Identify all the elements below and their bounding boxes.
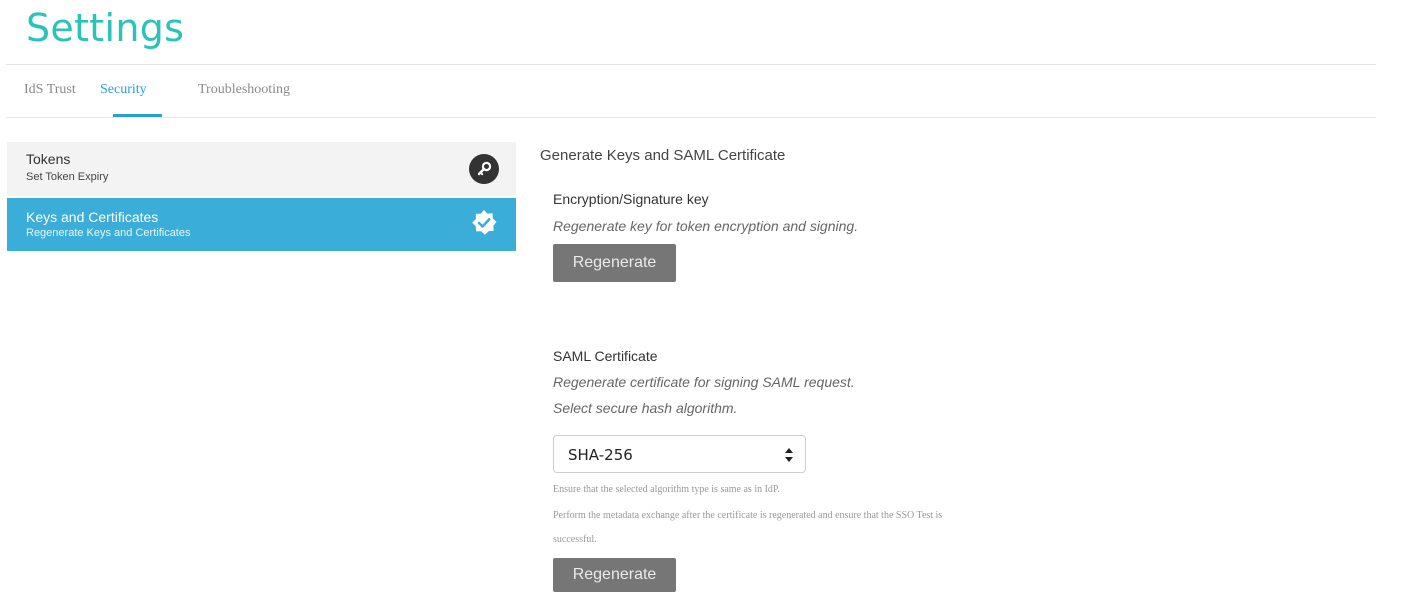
- key-icon: [469, 154, 499, 184]
- metadata-exchange-note-continued: successful.: [553, 534, 597, 545]
- page-title: Settings: [26, 6, 185, 50]
- sidebar-item-subtitle: Regenerate Keys and Certificates: [26, 227, 191, 239]
- select-arrows-icon: [785, 448, 793, 462]
- hash-algorithm-select[interactable]: SHA-256: [553, 435, 806, 473]
- tab-ids-trust[interactable]: IdS Trust: [24, 82, 76, 98]
- hash-algorithm-value: SHA-256: [568, 446, 633, 464]
- tab-security[interactable]: Security: [100, 82, 147, 98]
- sidebar-item-title: Keys and Certificates: [26, 209, 159, 225]
- sidebar-item-tokens[interactable]: Tokens Set Token Expiry: [7, 142, 516, 196]
- section-title: Generate Keys and SAML Certificate: [540, 147, 786, 164]
- title-divider: [6, 64, 1376, 65]
- regenerate-certificate-button[interactable]: Regenerate: [553, 558, 676, 592]
- encryption-key-description: Regenerate key for token encryption and …: [553, 218, 859, 234]
- sidebar-item-keys-and-certificates[interactable]: Keys and Certificates Regenerate Keys an…: [7, 198, 516, 251]
- sidebar-item-subtitle: Set Token Expiry: [26, 171, 109, 183]
- hash-algorithm-prompt: Select secure hash algorithm.: [553, 400, 738, 416]
- saml-certificate-description: Regenerate certificate for signing SAML …: [553, 374, 855, 390]
- sidebar-item-title: Tokens: [26, 151, 71, 167]
- tabs-divider: [6, 117, 1376, 118]
- algorithm-note: Ensure that the selected algorithm type …: [553, 484, 780, 495]
- regenerate-key-button[interactable]: Regenerate: [553, 244, 676, 282]
- saml-certificate-label: SAML Certificate: [553, 348, 658, 364]
- verified-badge-icon: [469, 208, 499, 238]
- tab-troubleshooting[interactable]: Troubleshooting: [198, 82, 290, 98]
- encryption-key-label: Encryption/Signature key: [553, 191, 709, 207]
- metadata-exchange-note: Perform the metadata exchange after the …: [553, 510, 943, 521]
